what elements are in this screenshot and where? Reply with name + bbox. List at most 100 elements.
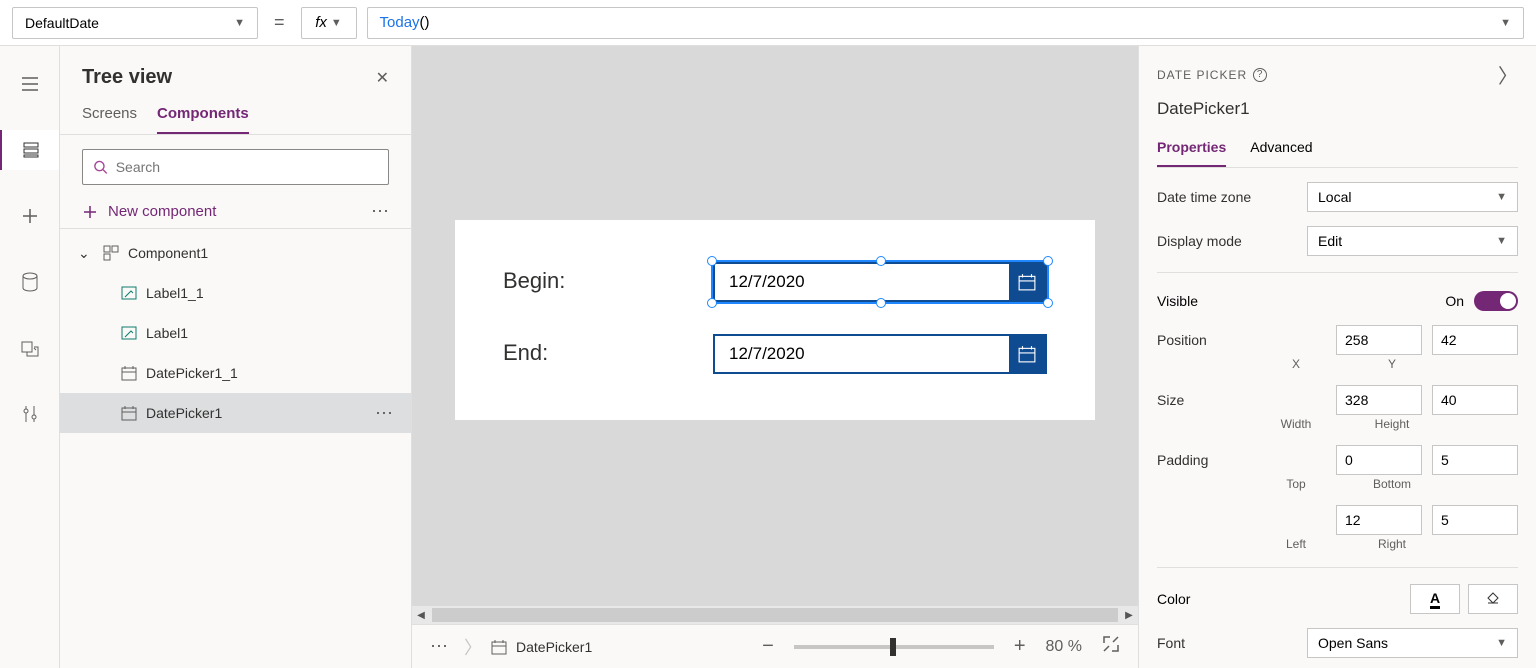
zoom-percent: 80 % — [1046, 638, 1082, 656]
formula-parens: () — [420, 14, 430, 31]
chevron-right-icon[interactable]: 〉 — [1498, 60, 1518, 89]
more-icon[interactable]: ⋯ — [375, 403, 393, 424]
fx-label: fx — [315, 14, 327, 31]
end-value: 12/7/2020 — [715, 344, 805, 364]
begin-datepicker[interactable]: 12/7/2020 — [713, 262, 1047, 302]
position-x-input[interactable]: 258 — [1336, 325, 1422, 355]
equals-label: = — [268, 12, 291, 33]
size-label: Size — [1157, 392, 1297, 408]
chevron-down-icon: ▼ — [234, 17, 245, 29]
font-select[interactable]: Open Sans ▼ — [1307, 628, 1518, 658]
chevron-down-icon: ▼ — [1496, 637, 1507, 649]
display-mode-label: Display mode — [1157, 233, 1297, 249]
tree-node-label: DatePicker1 — [146, 405, 222, 421]
scrollbar-track[interactable] — [432, 608, 1118, 622]
canvas-area: Begin: End: 12/7/2020 — [412, 46, 1138, 668]
more-icon[interactable]: ⋯ — [430, 636, 448, 657]
height-label: Height — [1349, 417, 1435, 431]
tree-node-datepicker1[interactable]: DatePicker1 ⋯ — [60, 393, 411, 433]
breadcrumb[interactable]: 〉 DatePicker1 — [464, 634, 592, 660]
scroll-left-arrow[interactable]: ◀ — [412, 606, 430, 624]
width-input[interactable]: 328 — [1336, 385, 1422, 415]
scroll-right-arrow[interactable]: ▶ — [1120, 606, 1138, 624]
tree-panel: Tree view ✕ Screens Components New compo… — [60, 46, 412, 668]
top-label: Top — [1253, 477, 1339, 491]
begin-value: 12/7/2020 — [715, 272, 805, 292]
tree-view-icon[interactable] — [0, 130, 59, 170]
formula-bar: DefaultDate ▼ = fx ▼ Today() ▼ — [0, 0, 1536, 46]
zoom-out-button[interactable]: − — [762, 635, 774, 658]
formula-input[interactable]: Today() ▼ — [367, 7, 1524, 39]
media-icon[interactable] — [10, 328, 50, 368]
position-y-input[interactable]: 42 — [1432, 325, 1518, 355]
label-icon — [120, 284, 138, 302]
chevron-down-icon: ▼ — [1496, 235, 1507, 247]
calendar-icon — [1018, 273, 1036, 291]
chevron-down-icon: ▼ — [331, 17, 342, 29]
property-dropdown[interactable]: DefaultDate ▼ — [12, 7, 258, 39]
padding-bottom-input[interactable]: 5 — [1432, 445, 1518, 475]
new-component-label: New component — [108, 203, 216, 220]
font-label: Font — [1157, 635, 1297, 651]
horizontal-scrollbar[interactable]: ◀ ▶ — [412, 606, 1138, 624]
fill-color-button[interactable] — [1468, 584, 1518, 614]
calendar-icon — [120, 364, 138, 382]
padding-right-input[interactable]: 5 — [1432, 505, 1518, 535]
chevron-down-icon: ▼ — [1500, 17, 1511, 29]
tab-components[interactable]: Components — [157, 99, 249, 134]
display-mode-value: Edit — [1318, 233, 1342, 249]
left-rail — [0, 46, 60, 668]
tree-node-component1[interactable]: ⌄ Component1 — [60, 233, 411, 273]
visible-state: On — [1445, 293, 1464, 309]
plus-icon — [82, 204, 98, 220]
visible-label: Visible — [1157, 293, 1198, 309]
tab-screens[interactable]: Screens — [82, 99, 137, 134]
tree-node-label1[interactable]: Label1 — [60, 313, 411, 353]
calendar-button[interactable] — [1009, 264, 1045, 300]
new-component-button[interactable]: New component — [82, 203, 216, 220]
search-box[interactable] — [82, 149, 389, 185]
position-label: Position — [1157, 332, 1297, 348]
insert-icon[interactable] — [10, 196, 50, 236]
dtz-value: Local — [1318, 189, 1351, 205]
padding-label: Padding — [1157, 452, 1297, 468]
calendar-icon — [120, 404, 138, 422]
zoom-in-button[interactable]: + — [1014, 635, 1026, 658]
end-label: End: — [503, 340, 548, 366]
hamburger-icon[interactable] — [10, 64, 50, 104]
dtz-label: Date time zone — [1157, 189, 1297, 205]
fx-button[interactable]: fx ▼ — [301, 7, 357, 39]
formula-function: Today — [380, 14, 420, 31]
fullscreen-icon[interactable] — [1102, 635, 1120, 658]
dtz-select[interactable]: Local ▼ — [1307, 182, 1518, 212]
component-canvas[interactable]: Begin: End: 12/7/2020 — [455, 220, 1095, 420]
more-icon[interactable]: ⋯ — [371, 201, 389, 222]
tree-node-datepicker1-1[interactable]: DatePicker1_1 — [60, 353, 411, 393]
tree-node-label: Label1_1 — [146, 285, 204, 301]
help-icon[interactable]: ? — [1253, 68, 1267, 82]
breadcrumb-label: DatePicker1 — [516, 639, 592, 655]
search-input[interactable] — [116, 159, 378, 175]
chevron-right-icon: 〉 — [464, 634, 482, 660]
font-color-button[interactable]: A — [1410, 584, 1460, 614]
height-input[interactable]: 40 — [1432, 385, 1518, 415]
data-icon[interactable] — [10, 262, 50, 302]
zoom-slider[interactable] — [794, 645, 994, 649]
control-name[interactable]: DatePicker1 — [1157, 99, 1518, 119]
display-mode-select[interactable]: Edit ▼ — [1307, 226, 1518, 256]
tab-advanced[interactable]: Advanced — [1250, 133, 1312, 167]
padding-left-input[interactable]: 12 — [1336, 505, 1422, 535]
calendar-button[interactable] — [1009, 336, 1045, 372]
tree-node-label1-1[interactable]: Label1_1 — [60, 273, 411, 313]
end-datepicker[interactable]: 12/7/2020 — [713, 334, 1047, 374]
right-label: Right — [1349, 537, 1435, 551]
tree-node-label: Component1 — [128, 245, 208, 261]
settings-icon[interactable] — [10, 394, 50, 434]
visible-toggle[interactable] — [1474, 291, 1518, 311]
padding-top-input[interactable]: 0 — [1336, 445, 1422, 475]
tab-properties[interactable]: Properties — [1157, 133, 1226, 167]
chevron-down-icon: ⌄ — [78, 245, 94, 262]
control-type-label: DATE PICKER — [1157, 68, 1247, 82]
close-icon[interactable]: ✕ — [376, 68, 389, 88]
font-value: Open Sans — [1318, 635, 1388, 651]
